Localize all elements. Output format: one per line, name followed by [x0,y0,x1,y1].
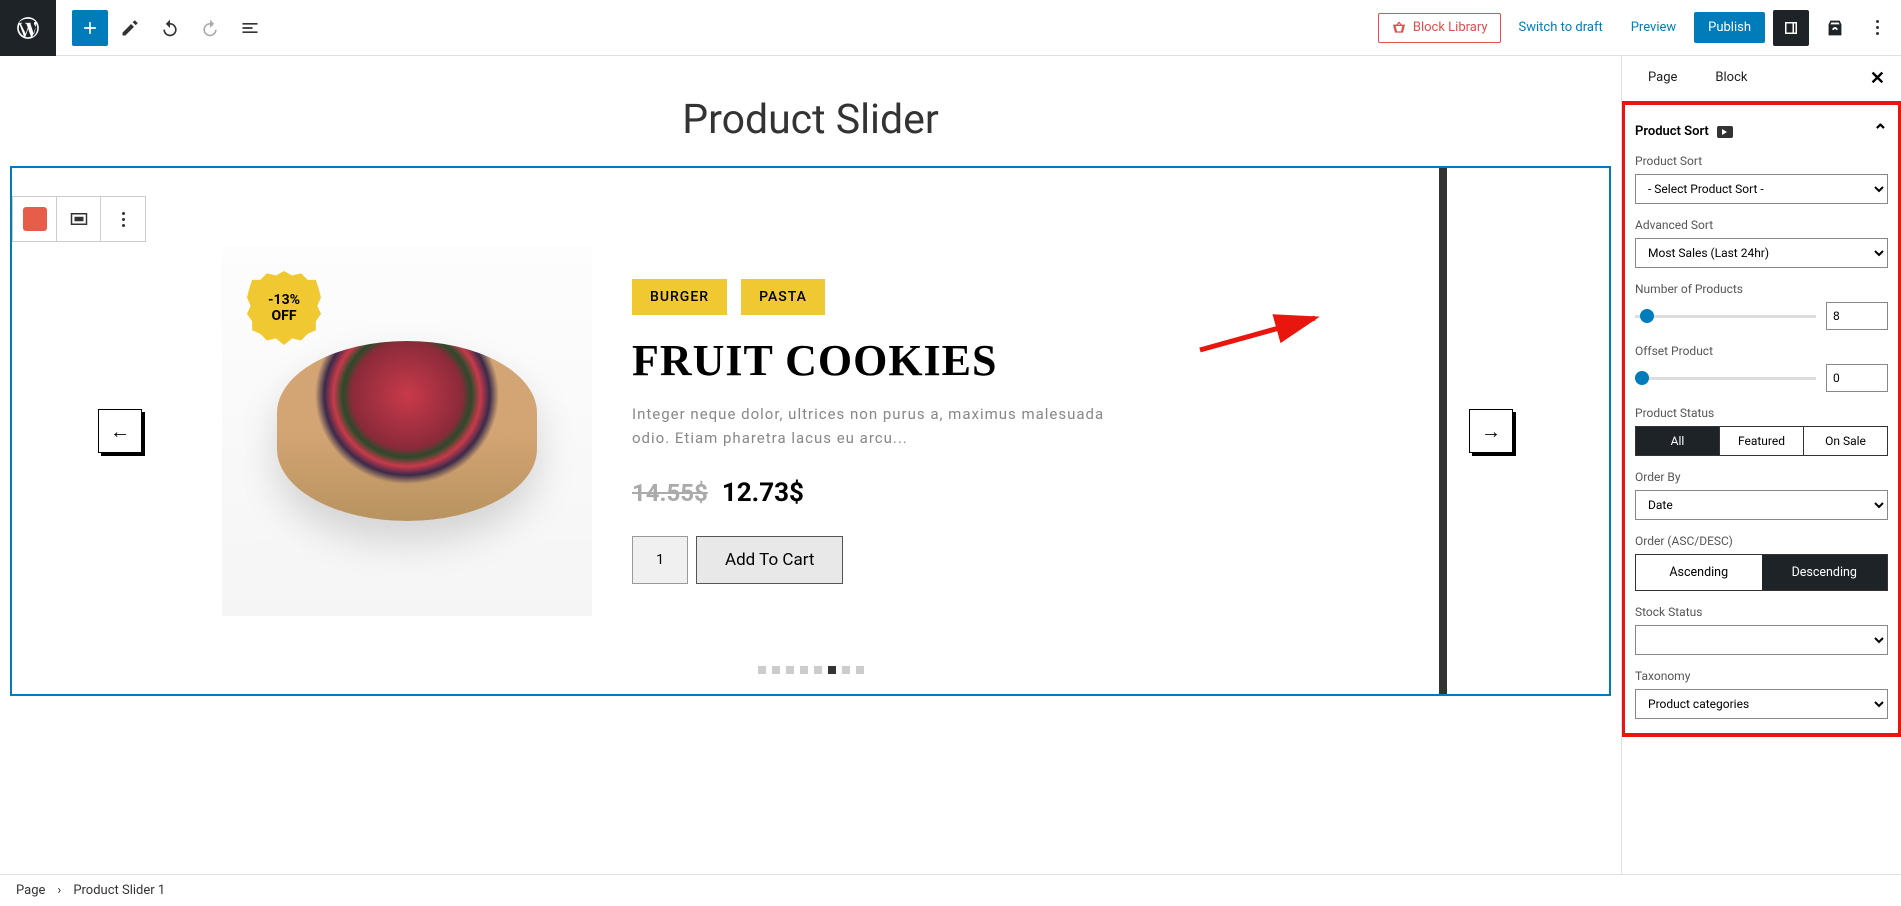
slider-prev-button[interactable]: ← [98,409,142,453]
panel-header[interactable]: Product Sort ⌃ [1635,115,1888,154]
breadcrumb-separator: › [57,883,61,898]
publish-button[interactable]: Publish [1694,12,1765,43]
product-description: Integer neque dolor, ultrices non purus … [632,402,1112,450]
field-label: Advanced Sort [1635,218,1888,232]
product-sort-select[interactable]: - Select Product Sort - [1635,174,1888,204]
document-outline-button[interactable] [232,10,268,46]
top-toolbar: Block Library Switch to draft Preview Pu… [0,0,1901,56]
scrollbar-thumb[interactable] [1621,56,1622,126]
breadcrumb-item[interactable]: Product Slider 1 [73,883,165,898]
cookie-illustration [277,341,537,521]
field-label: Taxonomy [1635,669,1888,683]
slider-dot[interactable] [800,666,808,674]
product-sort-panel: Product Sort ⌃ Product Sort - Select Pro… [1621,101,1901,737]
woocommerce-button[interactable] [1817,10,1853,46]
slider-pagination [758,666,864,674]
field-label: Product Status [1635,406,1888,420]
slider-dot[interactable] [772,666,780,674]
slider-dot[interactable] [814,666,822,674]
wordpress-logo[interactable] [0,0,56,56]
block-library-button[interactable]: Block Library [1378,13,1501,43]
num-products-slider[interactable] [1635,315,1816,318]
video-icon [1717,126,1733,138]
advanced-sort-select[interactable]: Most Sales (Last 24hr) [1635,238,1888,268]
block-toolbar [12,196,146,242]
add-to-cart-button[interactable]: Add To Cart [696,536,843,584]
breadcrumb-footer: Page › Product Slider 1 [0,874,1901,906]
status-all-button[interactable]: All [1636,427,1719,455]
field-label: Number of Products [1635,282,1888,296]
tab-block[interactable]: Block [1705,56,1757,101]
basket-icon [1391,20,1407,36]
block-icon [23,207,47,231]
old-price: 14.55$ [632,479,708,507]
wordpress-icon [15,15,41,41]
page-title[interactable]: Product Slider [0,96,1621,144]
undo-button[interactable] [152,10,188,46]
redo-button[interactable] [192,10,228,46]
ascending-button[interactable]: Ascending [1636,555,1762,590]
align-button[interactable] [57,197,101,241]
block-more-button[interactable] [101,197,145,241]
slider-dot[interactable] [856,666,864,674]
settings-sidebar: Page Block ✕ Product Sort ⌃ Product Sort… [1621,56,1901,874]
product-status-group: All Featured On Sale [1635,426,1888,456]
offset-slider[interactable] [1635,377,1816,380]
product-title: FRUIT COOKIES [632,335,1439,386]
slider-dot[interactable] [786,666,794,674]
product-slider-block[interactable]: ← → -13%OFF BURGER PASTA FRUIT COOKIES I… [10,166,1611,696]
status-onsale-button[interactable]: On Sale [1803,427,1887,455]
num-products-input[interactable] [1826,302,1888,330]
taxonomy-select[interactable]: Product categories [1635,689,1888,719]
product-image: -13%OFF [222,246,592,616]
field-label: Stock Status [1635,605,1888,619]
switch-draft-button[interactable]: Switch to draft [1509,14,1613,41]
block-type-button[interactable] [13,197,57,241]
order-by-select[interactable]: Date [1635,490,1888,520]
editor-canvas: Product Slider ← → -13%OFF BURGER PA [0,56,1621,874]
offset-input[interactable] [1826,364,1888,392]
field-label: Offset Product [1635,344,1888,358]
product-tag[interactable]: BURGER [632,279,727,315]
field-label: Order (ASC/DESC) [1635,534,1888,548]
stock-status-select[interactable] [1635,625,1888,655]
field-label: Order By [1635,470,1888,484]
add-block-button[interactable] [72,10,108,46]
status-featured-button[interactable]: Featured [1719,427,1803,455]
close-sidebar-button[interactable]: ✕ [1870,56,1885,101]
slider-next-button[interactable]: → [1469,409,1513,453]
chevron-up-icon: ⌃ [1873,121,1888,142]
slider-dot[interactable] [842,666,850,674]
more-options-button[interactable] [1861,10,1893,46]
product-tag[interactable]: PASTA [741,279,825,315]
tab-page[interactable]: Page [1638,56,1687,101]
settings-panel-toggle[interactable] [1773,10,1809,46]
field-label: Product Sort [1635,154,1888,168]
edit-mode-button[interactable] [112,10,148,46]
slider-dot[interactable] [828,666,836,674]
order-direction-group: Ascending Descending [1635,554,1888,591]
current-price: 12.73$ [722,478,804,508]
discount-badge: -13%OFF [247,271,321,345]
quantity-input[interactable] [632,536,688,584]
breadcrumb-page[interactable]: Page [16,883,45,898]
slider-dot[interactable] [758,666,766,674]
descending-button[interactable]: Descending [1762,555,1888,590]
preview-button[interactable]: Preview [1621,14,1686,41]
